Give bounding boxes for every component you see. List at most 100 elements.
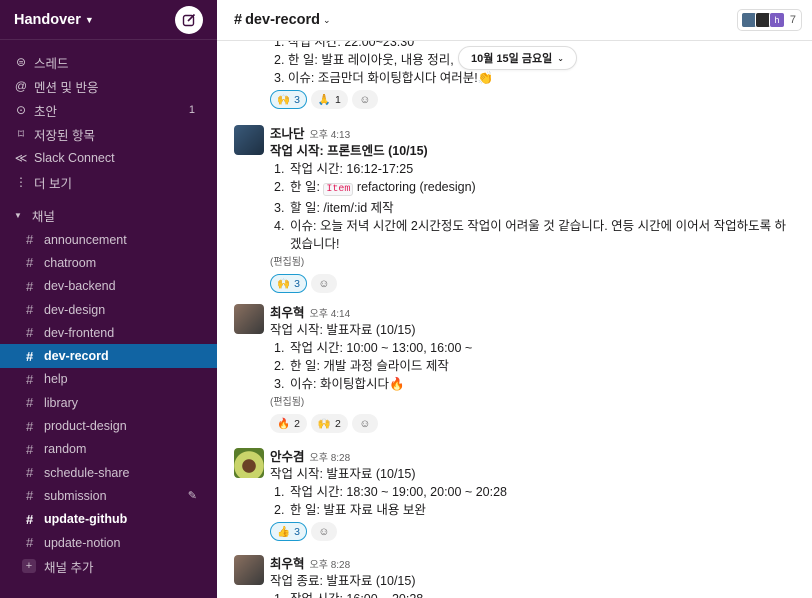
inline-code: Item xyxy=(323,183,354,196)
sender-name[interactable]: 최우혁 xyxy=(270,306,305,320)
edited-label: (편집됨) xyxy=(270,257,305,268)
list-item: 1. 작업 시간: 10:00 ~ 13:00, 16:00 ~ xyxy=(270,339,800,357)
channel-item-schedule-share[interactable]: # schedule-share xyxy=(0,461,217,484)
timestamp[interactable]: 오후 4:14 xyxy=(310,309,351,320)
add-reaction-button[interactable]: ☺ xyxy=(310,274,337,293)
channel-item-submission[interactable]: # submission ✎ xyxy=(0,484,217,507)
sidebar-item-label: 더 보기 xyxy=(34,176,72,191)
sidebar-item-drafts[interactable]: ⊙ 초안 1 xyxy=(0,98,217,122)
channel-item-announcement[interactable]: # announcement xyxy=(0,228,217,251)
timestamp[interactable]: 오후 8:28 xyxy=(310,453,351,464)
reaction-button[interactable]: 👍 3 xyxy=(270,522,307,541)
list-text: 작업 시간: 18:30 ~ 19:00, 20:00 ~ 20:28 xyxy=(290,485,507,499)
message-line: 3. 이슈: 조금만더 화이팅합시다 여러분!👏 xyxy=(274,71,494,85)
list-text: 한 일: xyxy=(290,180,324,194)
member-avatar: h xyxy=(768,12,785,28)
list-number: 1. xyxy=(274,485,285,499)
edited-label: (편집됨) xyxy=(270,397,305,408)
list-text: 이슈: 화이팅합시다🔥 xyxy=(290,377,405,391)
channel-item-library[interactable]: # library xyxy=(0,391,217,414)
sender-name[interactable]: 안수겸 xyxy=(270,450,305,464)
reaction-count: 2 xyxy=(335,417,341,430)
channel-item-dev-design[interactable]: # dev-design xyxy=(0,298,217,321)
reaction-button[interactable]: 🙏 1 xyxy=(310,90,348,109)
chevron-down-icon: ▼ xyxy=(84,14,94,25)
compose-button[interactable] xyxy=(175,5,203,34)
list-text: 작업 시간: 16:00 ~ 20:28 xyxy=(290,592,423,598)
channel-item-dev-frontend[interactable]: # dev-frontend xyxy=(0,321,217,344)
channel-item-random[interactable]: # random xyxy=(0,438,217,461)
chevron-down-icon: ⌄ xyxy=(557,53,564,63)
reaction-bar: 👍 3 ☺ xyxy=(270,522,800,541)
channel-view: # dev-record ⌄ h 7 10월 15일 금요일 ⌄ 1. 작업 시간… xyxy=(217,0,812,598)
reaction-button[interactable]: 🔥 2 xyxy=(270,414,307,433)
workspace-name: Handover xyxy=(14,11,81,28)
avatar[interactable] xyxy=(234,448,264,478)
reaction-count: 1 xyxy=(335,93,341,106)
channel-item-chatroom[interactable]: # chatroom xyxy=(0,251,217,274)
sidebar-item-bookmark[interactable]: ⌑ 저장된 항목 xyxy=(0,122,217,146)
sidebar-item-label: 저장된 항목 xyxy=(34,128,95,143)
channel-item-help[interactable]: # help xyxy=(0,368,217,391)
sidebar-item-threads[interactable]: ⊜ 스레드 xyxy=(0,50,217,74)
reaction-emoji: 🙌 xyxy=(277,94,291,106)
channel-item-update-notion[interactable]: # update-notion xyxy=(0,531,217,554)
drafts-icon: ⊙ xyxy=(15,103,27,117)
avatar[interactable] xyxy=(234,304,264,334)
reaction-button[interactable]: 🙌 2 xyxy=(310,414,348,433)
hash-icon: # xyxy=(26,371,34,387)
hash-icon: # xyxy=(26,535,34,550)
workspace-switcher[interactable]: Handover ▼ xyxy=(14,12,94,28)
list-item: 2. 한 일: Item refactoring (redesign) xyxy=(270,178,800,199)
channel-item-dev-record[interactable]: # dev-record xyxy=(0,344,217,368)
list-number: 2. xyxy=(274,359,285,373)
pencil-icon: ✎ xyxy=(187,490,197,503)
message-body: 최우혁 오후 8:28 작업 종료: 발표자료 (10/15) 1. 작업 시간: 16… xyxy=(270,553,800,598)
sidebar: Handover ▼ ⊜ 스레드 @ 멘션 및 반응 ⊙ 초안 1 ⌑ 저장된 항목 ≪ Slack… xyxy=(0,0,217,598)
channel-name: chatroom xyxy=(44,255,97,270)
avatar[interactable] xyxy=(234,555,264,585)
list-number: 3. xyxy=(274,377,285,391)
add-channel-button[interactable]: + 채널 추가 xyxy=(0,554,217,578)
timestamp[interactable]: 오후 4:13 xyxy=(310,130,351,141)
channel-name: announcement xyxy=(44,232,127,247)
timestamp[interactable]: 오후 8:28 xyxy=(310,560,351,571)
channel-title-button[interactable]: # dev-record ⌄ xyxy=(234,12,331,28)
date-divider-button[interactable]: 10월 15일 금요일 ⌄ xyxy=(458,46,577,70)
list-text: 할 일: /item/:id 제작 xyxy=(290,201,394,215)
channels-section-header[interactable]: ▼ 채널 xyxy=(0,202,217,228)
add-reaction-button[interactable]: ☺ xyxy=(351,90,378,109)
sidebar-item-mentions[interactable]: @ 멘션 및 반응 xyxy=(0,74,217,98)
list-item: 2. 한 일: 개발 과정 슬라이드 제작 xyxy=(270,357,800,375)
channel-item-update-github[interactable]: # update-github xyxy=(0,508,217,531)
add-reaction-button[interactable]: ☺ xyxy=(310,522,337,541)
channel-item-dev-backend[interactable]: # dev-backend xyxy=(0,275,217,298)
members-button[interactable]: h 7 xyxy=(736,9,802,31)
channel-item-product-design[interactable]: # product-design xyxy=(0,414,217,437)
message-title: 작업 시작: 발표자료 (10/15) xyxy=(270,323,416,337)
threads-icon: ⊜ xyxy=(15,55,27,69)
hash-icon: # xyxy=(26,441,34,457)
list-item: 2. 한 일: 발표 자료 내용 보완 xyxy=(270,501,800,519)
caret-down-icon: ▼ xyxy=(14,210,22,220)
reaction-emoji: 👍 xyxy=(277,526,291,538)
hash-icon: # xyxy=(26,418,34,434)
reaction-emoji: 🙌 xyxy=(317,418,331,430)
message-title: 작업 시작: 프론트엔드 (10/15) xyxy=(270,144,428,158)
sidebar-item-more[interactable]: ⋮ 더 보기 xyxy=(0,170,217,194)
sidebar-item-label: 스레드 xyxy=(34,56,69,71)
reaction-button[interactable]: 🙌 3 xyxy=(270,90,307,109)
list-number: 1. xyxy=(274,590,284,598)
reaction-emoji: 🔥 xyxy=(277,418,291,430)
list-text: 한 일: 개발 과정 슬라이드 제작 xyxy=(290,359,449,373)
add-reaction-button[interactable]: ☺ xyxy=(351,414,378,433)
plus-icon: + xyxy=(22,559,36,574)
sender-name[interactable]: 최우혁 xyxy=(270,557,305,571)
hash-icon: # xyxy=(26,511,34,527)
sender-name[interactable]: 조나단 xyxy=(270,127,305,141)
avatar[interactable] xyxy=(234,125,264,155)
hash-icon: # xyxy=(26,232,34,248)
reaction-button[interactable]: 🙌 3 xyxy=(270,274,307,293)
sidebar-item-label: 멘션 및 반응 xyxy=(34,80,99,95)
sidebar-item-slack-connect[interactable]: ≪ Slack Connect xyxy=(0,146,217,170)
